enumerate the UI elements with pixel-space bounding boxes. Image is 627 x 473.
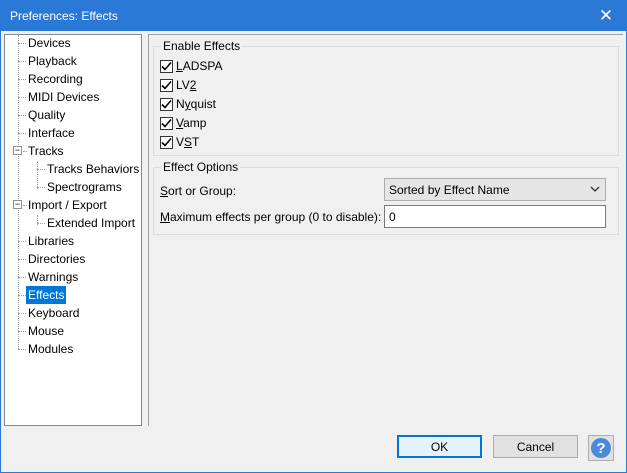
lv2-label-pre: LV (176, 78, 190, 92)
help-icon: ? (591, 438, 611, 458)
title-bar[interactable]: Preferences: Effects ✕ (1, 1, 626, 31)
checkbox-vamp[interactable]: Vamp (160, 115, 206, 131)
tree-guide-line (18, 35, 19, 349)
enable-effects-group: Enable Effects LADSPA LV2 Nyquist Vamp V… (153, 39, 619, 156)
checkbox-vst-box[interactable] (160, 135, 173, 149)
tree-item-tracks[interactable]: Tracks (26, 142, 66, 160)
max-effects-input[interactable] (384, 205, 606, 228)
effect-options-group: Effect Options Sort or Group: Sorted by … (153, 160, 619, 235)
tree-item-interface[interactable]: Interface (26, 124, 77, 142)
window-title: Preferences: Effects (10, 9, 118, 23)
ok-button[interactable]: OK (397, 435, 482, 458)
tree-item-playback[interactable]: Playback (26, 52, 79, 70)
vamp-label-rest: amp (183, 116, 207, 130)
checkmark-icon (161, 118, 172, 128)
tree-item-warnings[interactable]: Warnings (26, 268, 80, 286)
ladspa-label-rest: ADSPA (182, 59, 223, 73)
checkbox-nyquist[interactable]: Nyquist (160, 96, 216, 112)
chevron-down-icon (590, 186, 600, 192)
checkbox-lv2-box[interactable] (160, 78, 173, 92)
checkbox-vamp-box[interactable] (160, 116, 173, 130)
collapse-import-export-icon[interactable]: − (13, 200, 22, 209)
checkbox-lv2[interactable]: LV2 (160, 77, 196, 93)
checkmark-icon (161, 80, 172, 90)
preferences-window: Preferences: Effects ✕ − − Devices Playb… (0, 0, 627, 473)
help-glyph: ? (596, 440, 605, 457)
tree-guide-line (37, 161, 38, 189)
vst-label-rest: T (192, 135, 200, 149)
tree-item-import-export[interactable]: Import / Export (26, 196, 109, 214)
close-icon: ✕ (598, 6, 614, 25)
tree-item-extended-import[interactable]: Extended Import (45, 214, 137, 232)
checkbox-vst[interactable]: VST (160, 134, 199, 150)
checkmark-icon (161, 137, 172, 147)
cancel-button[interactable]: Cancel (493, 435, 578, 458)
max-effects-label: Maximum effects per group (0 to disable)… (160, 210, 382, 224)
checkbox-ladspa[interactable]: LADSPA (160, 58, 222, 74)
sort-or-group-value: Sorted by Effect Name (389, 183, 510, 197)
vst-mnemonic: S (184, 135, 193, 149)
tree-item-spectrograms[interactable]: Spectrograms (45, 178, 124, 196)
tree-item-modules[interactable]: Modules (26, 340, 75, 358)
tree-item-effects[interactable]: Effects (26, 286, 67, 304)
enable-effects-title: Enable Effects (161, 39, 243, 53)
checkbox-ladspa-box[interactable] (160, 59, 173, 73)
tree-item-recording[interactable]: Recording (26, 70, 85, 88)
tree-item-mouse[interactable]: Mouse (26, 322, 66, 340)
help-button[interactable]: ? (588, 435, 614, 461)
nyquist-label-pre: N (176, 97, 185, 111)
close-button[interactable]: ✕ (586, 1, 626, 31)
lv2-mnemonic: 2 (189, 78, 197, 92)
effect-options-title: Effect Options (161, 160, 241, 174)
ladspa-mnemonic: L (176, 59, 183, 73)
nyquist-label-rest: quist (190, 97, 217, 111)
tree-item-directories[interactable]: Directories (26, 250, 87, 268)
checkmark-icon (161, 99, 172, 109)
tree-item-tracks-behaviors[interactable]: Tracks Behaviors (45, 160, 141, 178)
checkmark-icon (161, 61, 172, 71)
tree-item-midi-devices[interactable]: MIDI Devices (26, 88, 101, 106)
checkbox-nyquist-box[interactable] (160, 97, 173, 111)
sort-or-group-label: Sort or Group: (160, 184, 237, 198)
tree-item-quality[interactable]: Quality (26, 106, 67, 124)
vst-label-pre: V (176, 135, 185, 149)
tree-item-devices[interactable]: Devices (26, 34, 73, 52)
tree-item-keyboard[interactable]: Keyboard (26, 304, 81, 322)
sort-or-group-select[interactable]: Sorted by Effect Name (384, 178, 606, 201)
collapse-tracks-icon[interactable]: − (13, 146, 22, 155)
preferences-tree[interactable]: − − Devices Playback Recording MIDI Devi… (4, 34, 142, 426)
tree-item-libraries[interactable]: Libraries (26, 232, 76, 250)
effects-panel: Enable Effects LADSPA LV2 Nyquist Vamp V… (148, 34, 623, 426)
